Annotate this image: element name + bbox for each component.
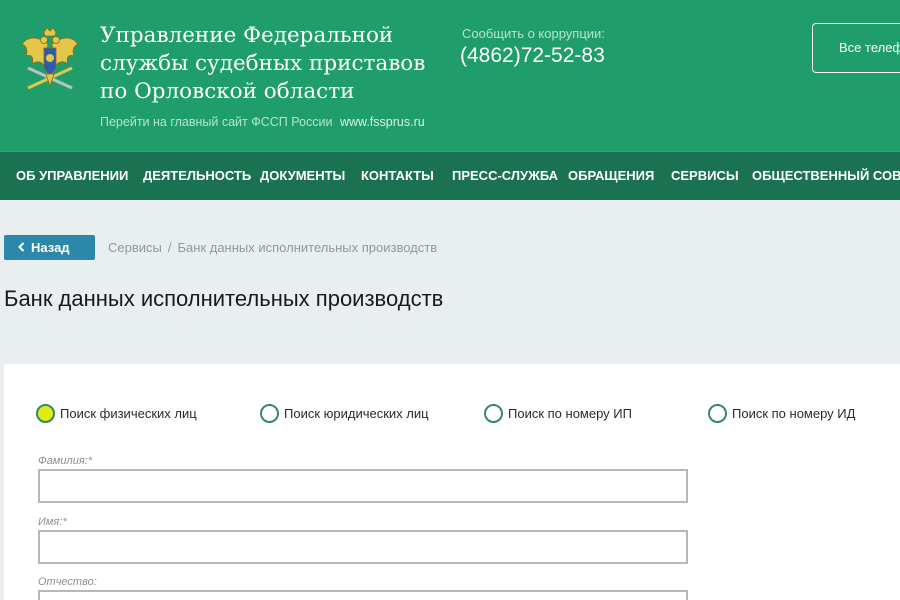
nav-item-services[interactable]: СЕРВИСЫ: [671, 152, 739, 200]
nav-item-press[interactable]: ПРЕСС-СЛУЖБА: [452, 152, 558, 200]
page-title: Банк данных исполнительных производств: [4, 286, 444, 311]
chevron-left-icon: [18, 235, 25, 260]
last-name-label: Фамилия:*: [38, 455, 93, 467]
radio-search-ip-number[interactable]: Поиск по номеру ИП: [484, 403, 632, 423]
nav-item-public-council[interactable]: ОБЩЕСТВЕННЫЙ СОВЕТ: [752, 152, 900, 200]
org-title[interactable]: Управление Федеральной службы судебных п…: [100, 22, 440, 106]
breadcrumb-item-services[interactable]: Сервисы: [108, 240, 162, 255]
radio-search-legal-entities[interactable]: Поиск юридических лиц: [260, 403, 429, 423]
emblem-icon[interactable]: [20, 27, 80, 94]
corruption-phone[interactable]: (4862)72-52-83: [460, 44, 605, 68]
all-phones-button[interactable]: Все телефоны: [812, 23, 900, 73]
nav-item-appeals[interactable]: ОБРАЩЕНИЯ: [568, 152, 654, 200]
radio-label: Поиск юридических лиц: [284, 405, 429, 421]
nav-item-contacts[interactable]: КОНТАКТЫ: [361, 152, 434, 200]
search-form-panel: Поиск физических лиц Поиск юридических л…: [4, 364, 900, 600]
main-nav: ОБ УПРАВЛЕНИИ ДЕЯТЕЛЬНОСТЬ ДОКУМЕНТЫ КОН…: [0, 151, 900, 200]
radio-unchecked-icon[interactable]: [708, 403, 727, 423]
site-header: Управление Федеральной службы судебных п…: [0, 0, 900, 151]
radio-unchecked-icon[interactable]: [484, 403, 503, 423]
nav-item-documents[interactable]: ДОКУМЕНТЫ: [260, 152, 345, 200]
main-site-url[interactable]: www.fssprus.ru: [340, 115, 425, 129]
radio-search-id-number[interactable]: Поиск по номеру ИД: [708, 403, 855, 423]
first-name-label: Имя:*: [38, 516, 67, 528]
radio-search-individuals[interactable]: Поиск физических лиц: [36, 403, 197, 423]
nav-item-about[interactable]: ОБ УПРАВЛЕНИИ: [16, 152, 128, 200]
main-site-text[interactable]: Перейти на главный сайт ФССП России: [100, 115, 332, 129]
breadcrumb-item-current: Банк данных исполнительных производств: [177, 240, 438, 255]
patronymic-input[interactable]: [38, 590, 688, 600]
back-button[interactable]: Назад: [4, 235, 95, 260]
radio-label: Поиск физических лиц: [60, 405, 197, 421]
breadcrumb-separator: /: [167, 240, 172, 255]
corruption-label: Сообщить о коррупции:: [462, 26, 605, 41]
patronymic-label: Отчество:: [38, 576, 97, 588]
radio-unchecked-icon[interactable]: [260, 403, 279, 423]
radio-label: Поиск по номеру ИД: [732, 405, 856, 421]
radio-label: Поиск по номеру ИП: [508, 405, 632, 421]
back-button-label: Назад: [31, 240, 70, 255]
breadcrumb: Сервисы / Банк данных исполнительных произ…: [108, 240, 437, 255]
first-name-input[interactable]: [38, 530, 688, 564]
radio-checked-icon[interactable]: [36, 403, 55, 423]
last-name-input[interactable]: [38, 469, 688, 503]
nav-item-activity[interactable]: ДЕЯТЕЛЬНОСТЬ: [143, 152, 251, 200]
main-site-link[interactable]: Перейти на главный сайт ФССП России www.…: [100, 115, 425, 129]
